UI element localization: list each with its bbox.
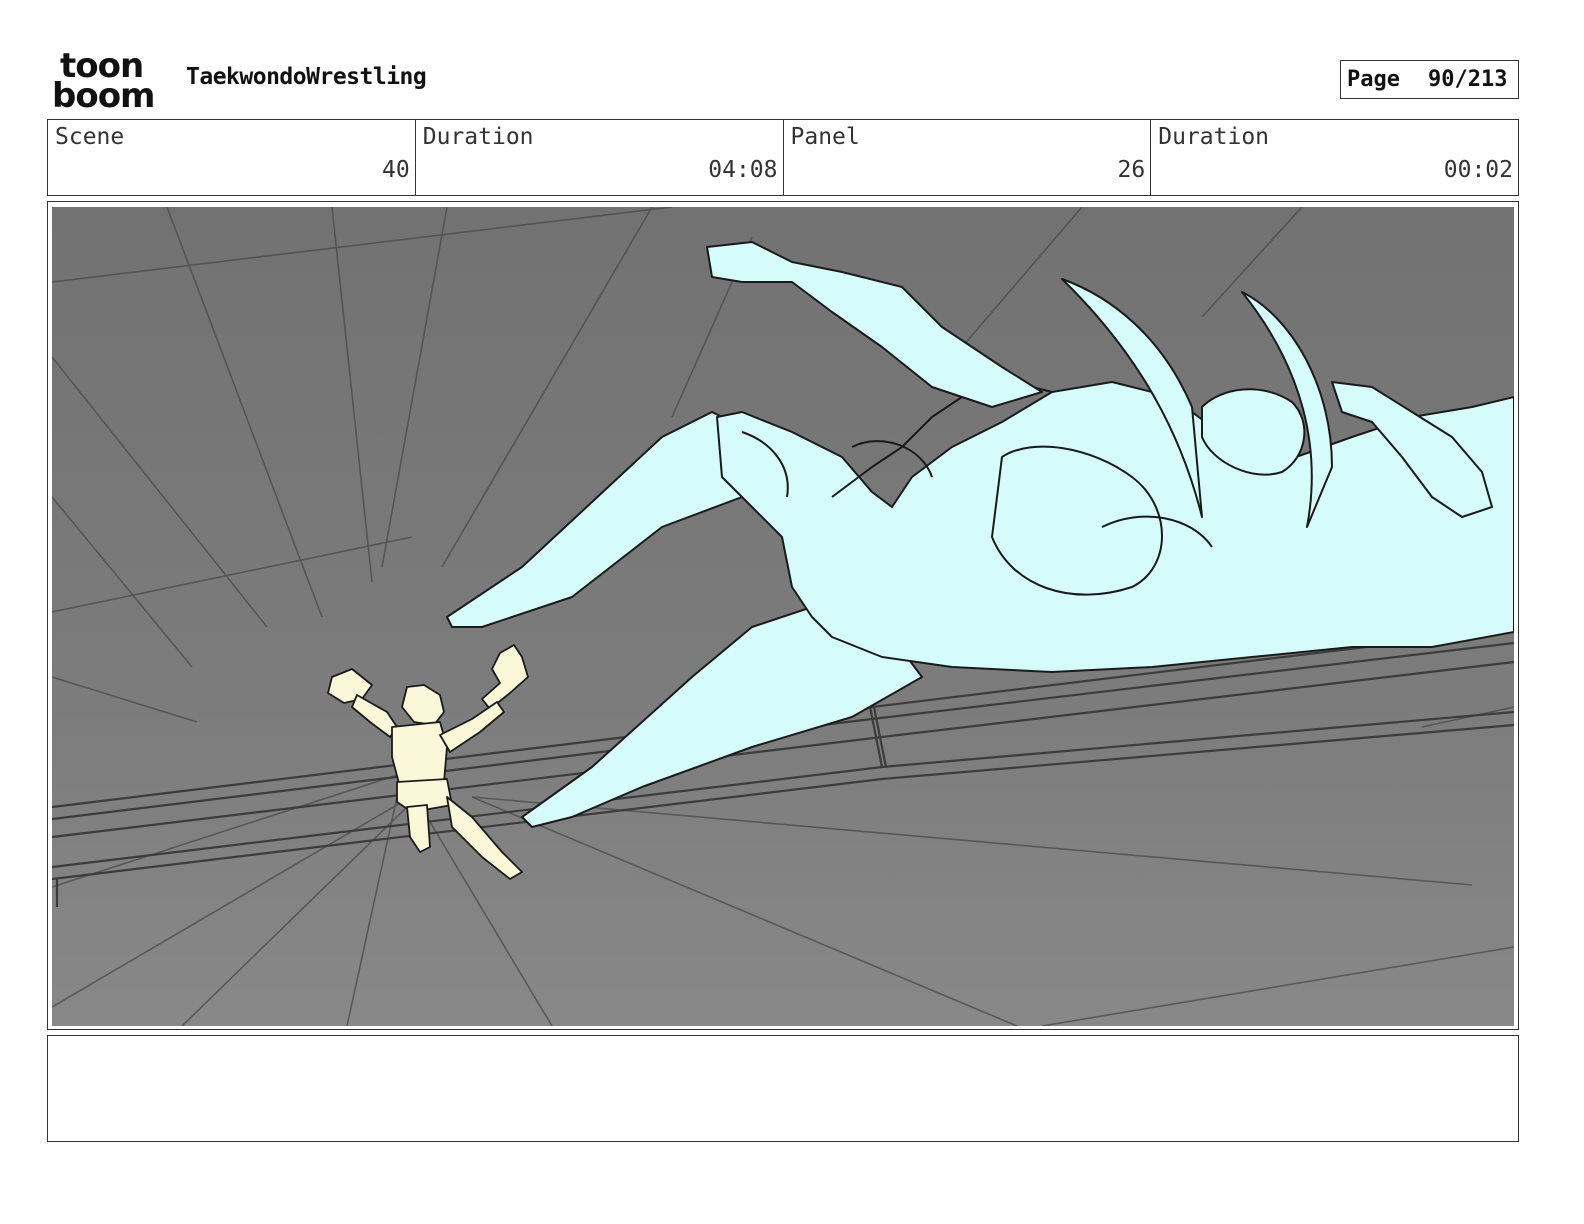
panel-duration-label: Duration (1158, 124, 1270, 150)
scene-cell: Scene 40 (48, 120, 416, 195)
storyboard-panel (47, 201, 1519, 1030)
scene-duration-cell: Duration 04:08 (416, 120, 784, 195)
panel-info-row: Scene 40 Duration 04:08 Panel 26 Duratio… (47, 119, 1519, 196)
panel-label: Panel (790, 124, 860, 150)
panel-notes-box[interactable] (47, 1035, 1519, 1142)
panel-duration-value: 00:02 (1443, 157, 1513, 183)
toonboom-logo: toon boom (52, 49, 164, 116)
logo-text-bottom: boom (52, 76, 155, 116)
page-label: Page (1347, 67, 1400, 92)
panel-duration-cell: Duration 00:02 (1151, 120, 1518, 195)
project-title: TaekwondoWrestling (186, 64, 427, 90)
panel-cell: Panel 26 (784, 120, 1152, 195)
page-indicator: Page 90/213 (1340, 60, 1519, 99)
scene-duration-label: Duration (422, 124, 534, 150)
page-number: 90/213 (1427, 67, 1508, 92)
panel-drawing (52, 207, 1514, 1026)
scene-duration-value: 04:08 (708, 157, 778, 183)
panel-value: 26 (1117, 157, 1146, 183)
scene-label: Scene (55, 124, 125, 150)
scene-value: 40 (382, 157, 410, 183)
